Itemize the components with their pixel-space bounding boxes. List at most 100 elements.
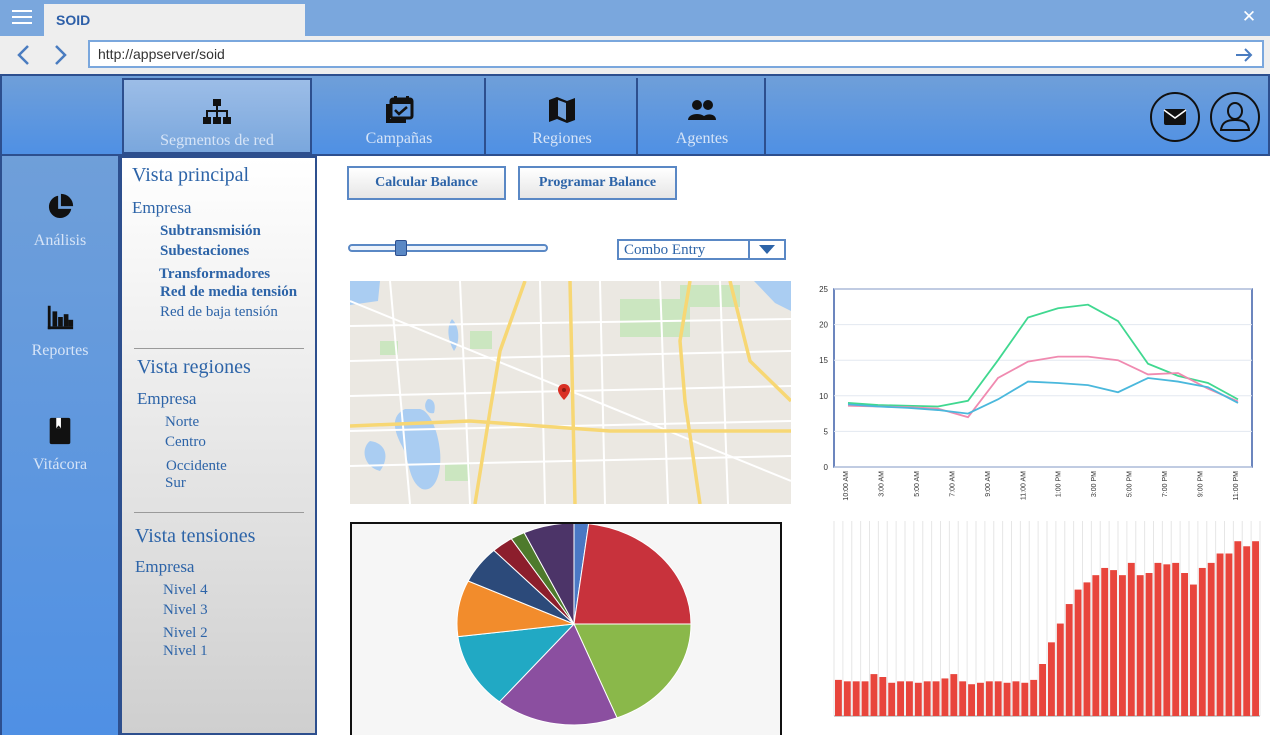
bar[interactable] <box>1039 664 1046 716</box>
bar[interactable] <box>1003 682 1011 716</box>
bar[interactable] <box>1154 562 1162 716</box>
bar[interactable] <box>941 678 949 716</box>
bar[interactable] <box>843 681 851 716</box>
bar[interactable] <box>879 677 887 716</box>
tab-regiones[interactable]: Regiones <box>488 78 638 154</box>
tree-item[interactable]: Nivel 4 <box>163 582 208 599</box>
combo-box[interactable]: Combo Entry <box>617 239 786 260</box>
tree-section-title[interactable]: Vista tensiones <box>135 525 255 548</box>
forward-arrow-icon[interactable] <box>48 42 72 68</box>
tree-root-item[interactable]: Empresa <box>137 389 196 409</box>
bar[interactable] <box>1145 573 1153 716</box>
bar[interactable] <box>1065 604 1073 716</box>
back-arrow-icon[interactable] <box>12 42 36 68</box>
tree-item[interactable]: Subtransmisión <box>160 223 261 240</box>
bar[interactable] <box>1101 567 1109 716</box>
line-chart[interactable]: 0 5 10 15 20 25 10:00 AM 3:00 AM 5:00 AM 7:00 AM 9… <box>812 281 1270 513</box>
bar[interactable] <box>1163 564 1171 716</box>
pie-slice[interactable] <box>573 523 692 625</box>
close-icon[interactable]: ✕ <box>1238 6 1260 28</box>
bar[interactable] <box>985 681 993 716</box>
bar[interactable] <box>870 674 878 716</box>
bar[interactable] <box>950 674 958 716</box>
mail-button[interactable] <box>1150 92 1200 142</box>
bar[interactable] <box>1136 575 1144 716</box>
tree-item[interactable]: Red de media tensión <box>160 284 297 301</box>
bar[interactable] <box>1243 546 1251 716</box>
tree-item[interactable]: Norte <box>165 414 199 431</box>
tree-item[interactable]: Transformadores <box>159 266 270 283</box>
bar[interactable] <box>1252 541 1259 716</box>
bar[interactable] <box>1225 553 1233 717</box>
bar[interactable] <box>861 681 869 716</box>
line-y-tick-label: 10 <box>819 392 828 401</box>
tree-section-title[interactable]: Vista principal <box>132 164 249 187</box>
programar-balance-button[interactable]: Programar Balance <box>518 166 677 200</box>
bar[interactable] <box>1030 679 1038 716</box>
tree-item[interactable]: Nivel 2 <box>163 625 208 642</box>
tree-item[interactable]: Red de baja tensión <box>160 304 278 321</box>
value-slider[interactable] <box>348 239 550 259</box>
tree-item[interactable]: Centro <box>165 434 206 451</box>
tab-label: Regiones <box>532 130 592 147</box>
tree-root-item[interactable]: Empresa <box>135 557 194 577</box>
calcular-balance-button[interactable]: Calcular Balance <box>347 166 506 200</box>
tab-segmentos-de-red[interactable]: Segmentos de red <box>122 78 312 154</box>
go-arrow-icon[interactable] <box>1234 45 1254 65</box>
bar[interactable] <box>1216 553 1224 717</box>
bar[interactable] <box>1083 582 1091 716</box>
bar[interactable] <box>1021 682 1029 716</box>
line-x-tick-label: 11:00 PM <box>1233 471 1240 501</box>
bar[interactable] <box>1198 567 1206 716</box>
bar[interactable] <box>994 681 1002 716</box>
hamburger-menu-icon[interactable] <box>12 10 32 26</box>
window-title-tab[interactable]: SOID <box>44 4 305 36</box>
user-profile-button[interactable] <box>1210 92 1260 142</box>
tree-item[interactable]: Occidente <box>166 458 227 475</box>
bar[interactable] <box>835 679 842 716</box>
rail-item-analisis[interactable]: Análisis <box>2 192 118 250</box>
bar[interactable] <box>1190 584 1197 716</box>
tab-agentes[interactable]: Agentes <box>640 78 766 154</box>
bar[interactable] <box>1012 681 1020 716</box>
line-y-tick-label: 25 <box>819 285 828 294</box>
bar[interactable] <box>1056 623 1064 716</box>
bar[interactable] <box>1119 575 1126 716</box>
rail-item-vitacora[interactable]: Vitácora <box>2 416 118 474</box>
bar[interactable] <box>1207 562 1215 716</box>
slider-track[interactable] <box>348 244 548 252</box>
tree-item[interactable]: Nivel 1 <box>163 643 208 660</box>
bar[interactable] <box>897 681 904 716</box>
tab-campanas[interactable]: Campañas <box>314 78 486 154</box>
tree-section-title[interactable]: Vista regiones <box>137 356 251 379</box>
combo-dropdown-button[interactable] <box>748 241 784 258</box>
line-x-tick-label: 7:00 PM <box>1162 471 1169 497</box>
tree-root-item[interactable]: Empresa <box>132 198 191 218</box>
bar[interactable] <box>1074 589 1082 716</box>
url-input[interactable]: http://appserver/soid <box>88 40 1264 68</box>
city-map[interactable] <box>350 281 791 504</box>
bar[interactable] <box>1234 541 1242 716</box>
bar[interactable] <box>1127 562 1135 716</box>
tree-item[interactable]: Subestaciones <box>160 243 249 260</box>
bar[interactable] <box>1110 570 1117 716</box>
bar[interactable] <box>959 681 967 716</box>
tree-item[interactable]: Sur <box>165 475 186 492</box>
tree-item[interactable]: Nivel 3 <box>163 602 208 619</box>
bar[interactable] <box>1181 573 1188 716</box>
bar[interactable] <box>968 684 975 716</box>
bar[interactable] <box>888 682 896 716</box>
rail-item-reportes[interactable]: Reportes <box>2 302 118 360</box>
bar[interactable] <box>852 681 860 716</box>
bar[interactable] <box>914 682 922 716</box>
bar[interactable] <box>1172 562 1180 716</box>
bar[interactable] <box>977 682 984 716</box>
bar[interactable] <box>932 681 940 716</box>
bar[interactable] <box>906 681 913 716</box>
bar[interactable] <box>1092 575 1100 716</box>
bar[interactable] <box>1048 642 1055 716</box>
pie-chart[interactable] <box>352 522 780 735</box>
bar[interactable] <box>923 681 931 716</box>
slider-thumb[interactable] <box>395 240 407 256</box>
bar-chart[interactable] <box>812 511 1270 735</box>
